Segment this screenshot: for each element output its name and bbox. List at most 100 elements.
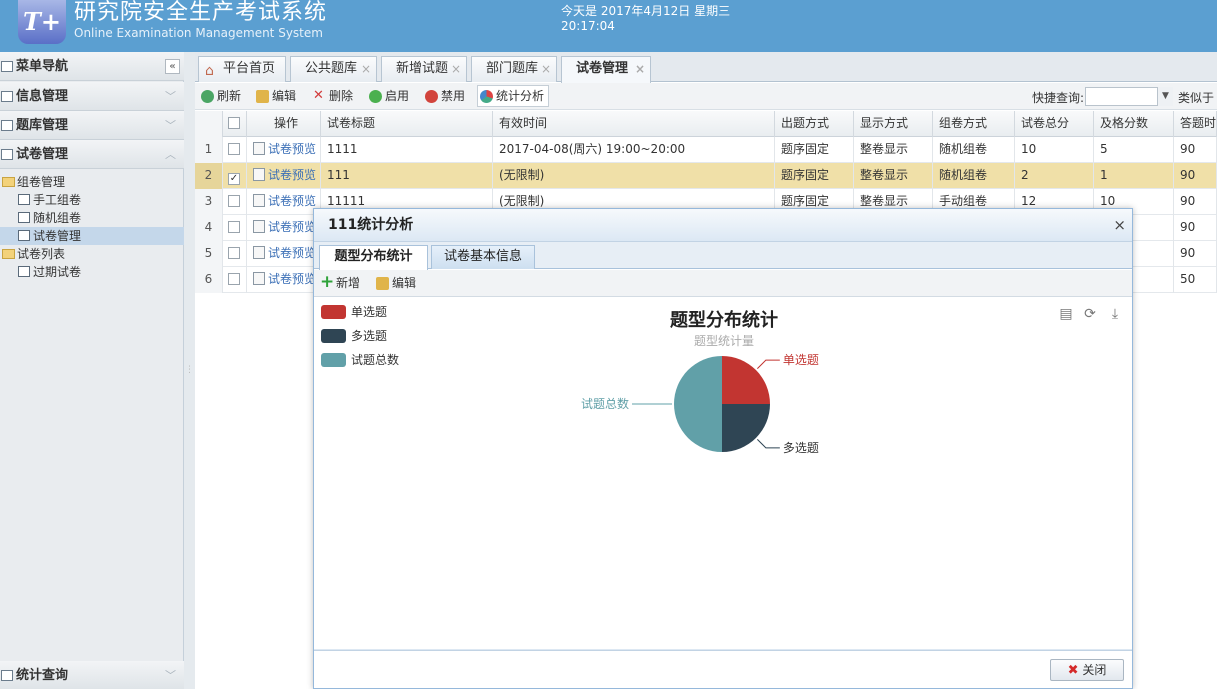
column-header[interactable]: 出题方式 [775, 111, 854, 137]
edit-icon [1, 120, 13, 131]
tree-folder-compose[interactable]: 组卷管理 [0, 173, 184, 191]
tab-new-question[interactable]: 新增试题 × [381, 56, 467, 82]
sidebar-splitter[interactable]: ⋮ [184, 52, 195, 689]
sidebar-panel-paper[interactable]: 试卷管理 ︿ [0, 140, 184, 169]
tab-dept-bank[interactable]: 部门题库 × [471, 56, 557, 82]
tab-public-bank[interactable]: 公共题库 × [290, 56, 377, 82]
preview-link[interactable]: 试卷预览 [247, 215, 321, 241]
folder-icon [2, 177, 15, 187]
sidebar-panel-statistics[interactable]: 统计查询 ﹀ [0, 661, 184, 689]
cell-duration: 90 [1174, 215, 1217, 241]
cell-order: 题序固定 [775, 137, 854, 163]
delete-button[interactable]: ✕ 删除 [311, 86, 353, 107]
close-icon[interactable]: × [635, 57, 645, 81]
sidebar-panel-label: 试卷管理 [16, 147, 69, 162]
slice-label: 单选题 [783, 353, 819, 367]
button-label: 关闭 [1082, 663, 1107, 677]
preview-link[interactable]: 试卷预览 [247, 137, 321, 163]
preview-label: 试卷预览 [268, 272, 317, 286]
sidebar-panel-menu-nav[interactable]: 菜单导航 « [0, 52, 184, 81]
tab-label: 部门题库 [486, 61, 539, 76]
column-header[interactable]: 操作 [247, 111, 321, 137]
preview-label: 试卷预览 [268, 194, 317, 208]
tab-label: 公共题库 [305, 61, 358, 76]
disable-button[interactable]: 禁用 [423, 86, 465, 107]
refresh-button[interactable]: 刷新 [199, 86, 241, 107]
tab-paper-info[interactable]: 试卷基本信息 [431, 245, 535, 269]
column-header[interactable]: 试卷总分 [1015, 111, 1094, 137]
button-label: 新增 [336, 276, 361, 290]
button-label: 编辑 [272, 89, 297, 103]
edit-button[interactable]: 编辑 [374, 273, 416, 294]
table-row[interactable]: 2 ✓ 试卷预览 111 (无限制) 题序固定 整卷显示 随机组卷 2 1 90 [195, 163, 1217, 189]
tree-item-manual-compose[interactable]: 手工组卷 [0, 191, 184, 209]
statistics-button[interactable]: 统计分析 [477, 85, 550, 107]
tree-item-paper-manage[interactable]: 试卷管理 [0, 227, 184, 245]
select-all-checkbox[interactable] [223, 111, 247, 137]
tab-label: 平台首页 [223, 61, 276, 76]
label-leader-line [757, 359, 780, 369]
sidebar-panel-label: 菜单导航 [16, 59, 69, 74]
tab-paper-manage[interactable]: 试卷管理 × [561, 56, 651, 83]
cell-total: 10 [1015, 137, 1094, 163]
dialog-footer: ✖ 关闭 [314, 650, 1132, 688]
row-checkbox[interactable] [223, 241, 247, 267]
check-icon [369, 90, 382, 103]
close-icon[interactable]: × [451, 57, 461, 81]
tree-item-random-compose[interactable]: 随机组卷 [0, 209, 184, 227]
cell-order: 题序固定 [775, 163, 854, 189]
edit-button[interactable]: 编辑 [254, 86, 296, 107]
row-checkbox[interactable] [223, 215, 247, 241]
tab-type-distribution[interactable]: 题型分布统计 [319, 245, 428, 270]
preview-icon [253, 220, 265, 233]
tree-folder-paper-list[interactable]: 试卷列表 [0, 245, 184, 263]
add-button[interactable]: + 新增 [318, 272, 361, 294]
column-header[interactable]: 试卷标题 [321, 111, 493, 137]
chart-area: 单选题 多选题 试题总数 题型分布统计 题型统计量 ▤ ⟳ ⤓ 单选题 多选题 试题… [315, 298, 1131, 649]
preview-link[interactable]: 试卷预览 [247, 189, 321, 215]
row-checkbox[interactable] [223, 267, 247, 293]
close-icon[interactable]: × [541, 57, 551, 81]
preview-link[interactable]: 试卷预览 [247, 241, 321, 267]
collapse-sidebar-button[interactable]: « [165, 59, 180, 74]
tab-home[interactable]: ⌂ 平台首页 [198, 56, 286, 82]
enable-button[interactable]: 启用 [367, 86, 409, 107]
row-checkbox[interactable] [223, 137, 247, 163]
preview-link[interactable]: 试卷预览 [247, 267, 321, 293]
sidebar-panel-info[interactable]: 信息管理 ﹀ [0, 82, 184, 111]
column-header[interactable]: 组卷方式 [933, 111, 1015, 137]
cell-total: 2 [1015, 163, 1094, 189]
row-number: 6 [195, 267, 223, 293]
cell-display: 整卷显示 [854, 137, 933, 163]
row-checkbox[interactable] [223, 189, 247, 215]
sidebar: 菜单导航 « 信息管理 ﹀ 题库管理 ﹀ 试卷管理 ︿ 组卷管理 手工组卷 随机… [0, 52, 184, 689]
column-header[interactable]: 答题时 [1174, 111, 1217, 137]
rownum-header [195, 111, 223, 137]
column-header[interactable]: 显示方式 [854, 111, 933, 137]
column-header[interactable]: 有效时间 [493, 111, 775, 137]
close-icon[interactable]: × [361, 57, 371, 81]
chevron-down-icon: ﹀ [165, 90, 176, 103]
tree-item-expired-paper[interactable]: 过期试卷 [0, 263, 184, 281]
preview-label: 试卷预览 [268, 246, 317, 260]
pie-chart: 单选题多选题 试题总数 [581, 353, 819, 455]
cell-pass: 5 [1094, 137, 1174, 163]
button-label: 刷新 [217, 89, 242, 103]
cell-time: (无限制) [493, 163, 775, 189]
close-icon[interactable]: × [1113, 209, 1126, 241]
close-button[interactable]: ✖ 关闭 [1050, 659, 1124, 681]
menu-icon [1, 61, 13, 72]
row-checkbox[interactable]: ✓ [223, 163, 247, 189]
pie-slice[interactable] [674, 356, 722, 452]
chart-icon [1, 670, 13, 681]
dialog-header[interactable]: 111统计分析 × [314, 209, 1132, 241]
chevron-down-icon[interactable]: ▼ [1157, 87, 1173, 106]
column-header[interactable]: 及格分数 [1094, 111, 1174, 137]
label-leader-line [757, 439, 780, 449]
home-icon: ⌂ [205, 63, 214, 79]
pie-chart-icon [480, 90, 493, 103]
row-number: 2 [195, 163, 223, 189]
table-row[interactable]: 1 试卷预览 1111 2017-04-08(周六) 19:00~20:00 题序固定整… [195, 137, 1217, 163]
preview-link[interactable]: 试卷预览 [247, 163, 321, 189]
sidebar-panel-question-bank[interactable]: 题库管理 ﹀ [0, 111, 184, 140]
